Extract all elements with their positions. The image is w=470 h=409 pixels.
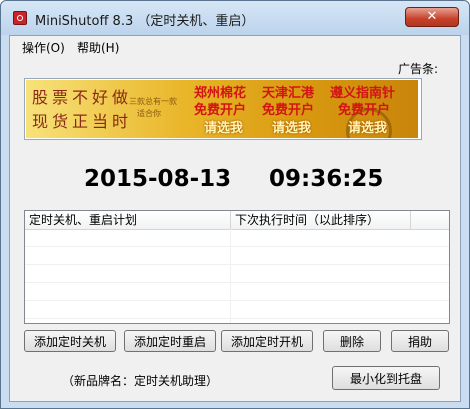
app-window: MiniShutoff 8.3 （定时关机、重启） ✕ 操作(O) 帮助(H) … [0,0,470,409]
menu-help[interactable]: 帮助(H) [77,39,119,56]
app-icon[interactable] [13,11,27,25]
ad-slogan-line1: 股票不好做 [32,88,133,107]
ad-offer-2-line2: 免费开户 [262,103,315,118]
client-area: 操作(O) 帮助(H) 广告条: 股票不好做 现货正当时 三款总有一款 适合你 … [9,35,461,402]
minimize-to-tray-button[interactable]: 最小化到托盘 [332,366,440,390]
ad-offer-1-line2: 免费开户 [194,103,247,118]
column-header-plan[interactable]: 定时关机、重启计划 [25,211,231,229]
list-row-empty [25,283,449,301]
add-startup-button[interactable]: 添加定时开机 [221,330,313,352]
ad-offer-1-line3: 请选我 [204,121,244,136]
list-row-empty [25,301,449,319]
title-bar[interactable]: MiniShutoff 8.3 （定时关机、重启） ✕ [1,1,469,35]
new-brand-note: （新品牌名：定时关机助理） [62,374,219,388]
add-restart-button[interactable]: 添加定时重启 [124,330,216,352]
ad-label: 广告条: [398,62,439,76]
donate-button[interactable]: 捐助 [391,330,449,352]
ad-slogan-line2: 现货正当时 [32,112,133,131]
delete-button[interactable]: 删除 [323,330,381,352]
schedule-list-header: 定时关机、重启计划 下次执行时间（以此排序） [25,211,449,230]
schedule-list[interactable]: 定时关机、重启计划 下次执行时间（以此排序） [24,210,450,324]
ad-small-line2: 适合你 [137,109,161,118]
list-row-empty [25,265,449,283]
add-shutdown-button[interactable]: 添加定时关机 [24,330,116,352]
menu-operate[interactable]: 操作(O) [22,39,65,56]
menu-bar: 操作(O) 帮助(H) [10,36,460,56]
ad-offer-2-line3: 请选我 [272,121,312,136]
current-date: 2015-08-13 [84,166,232,192]
column-header-next-run[interactable]: 下次执行时间（以此排序） [231,211,411,229]
ad-small-line1: 三款总有一款 [129,97,177,106]
ad-banner[interactable]: 股票不好做 现货正当时 三款总有一款 适合你 郑州棉花 免费开户 请选我 天津汇… [26,80,418,138]
close-button[interactable]: ✕ [405,7,459,27]
ad-offer-3-line2: 免费开户 [338,103,391,118]
current-time: 09:36:25 [269,166,384,192]
list-row-empty [25,229,449,247]
window-title: MiniShutoff 8.3 （定时关机、重启） [35,14,255,29]
ad-offer-3-line3: 请选我 [348,121,388,136]
ad-banner-frame: 股票不好做 现货正当时 三款总有一款 适合你 郑州棉花 免费开户 请选我 天津汇… [24,78,422,140]
list-row-empty [25,247,449,265]
